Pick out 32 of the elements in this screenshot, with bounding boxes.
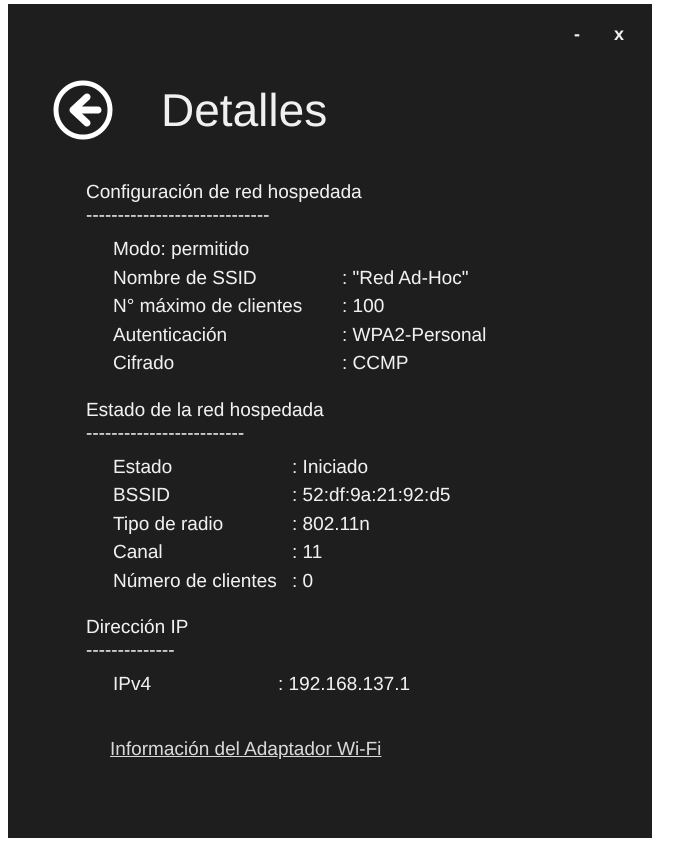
section-rule: ----------------------------- — [86, 206, 270, 226]
field-label: Cifrado — [113, 352, 176, 376]
page-title: Detalles — [161, 87, 328, 133]
field-label: Modo: permitido — [113, 238, 250, 262]
field-label: Canal — [113, 541, 164, 565]
field-label: N° máximo de clientes — [113, 295, 304, 319]
field-label: Estado — [113, 456, 174, 480]
field-value: : CCMP — [342, 352, 408, 376]
back-button[interactable] — [53, 80, 113, 140]
section-heading: Dirección IP — [86, 616, 190, 640]
field-label: Número de clientes — [113, 570, 278, 594]
field-value: : 0 — [292, 570, 314, 594]
field-label: BSSID — [113, 484, 172, 508]
field-label: IPv4 — [113, 673, 152, 697]
field-value: : "Red Ad-Hoc" — [342, 266, 468, 290]
field-label: Autenticación — [113, 324, 228, 348]
section-rule: -------------- — [86, 641, 175, 661]
field-value: : Iniciado — [292, 456, 368, 480]
adapter-info-link[interactable]: Información del Adaptador Wi-Fi — [110, 738, 382, 760]
field-value: : 802.11n — [292, 512, 370, 536]
field-value: : 11 — [292, 541, 322, 565]
section-heading: Configuración de red hospedada — [86, 181, 363, 205]
field-value: : 100 — [342, 295, 384, 319]
field-value: : 192.168.137.1 — [278, 673, 410, 697]
minimize-button[interactable]: - — [574, 25, 580, 43]
field-label: Nombre de SSID — [113, 266, 258, 290]
section-rule: ------------------------- — [86, 424, 244, 444]
field-value: : 52:df:9a:21:92:d5 — [292, 484, 450, 508]
field-value: : WPA2-Personal — [342, 324, 486, 348]
field-label: Tipo de radio — [113, 512, 224, 536]
section-heading: Estado de la red hospedada — [86, 398, 325, 422]
close-button[interactable]: x — [614, 25, 624, 43]
